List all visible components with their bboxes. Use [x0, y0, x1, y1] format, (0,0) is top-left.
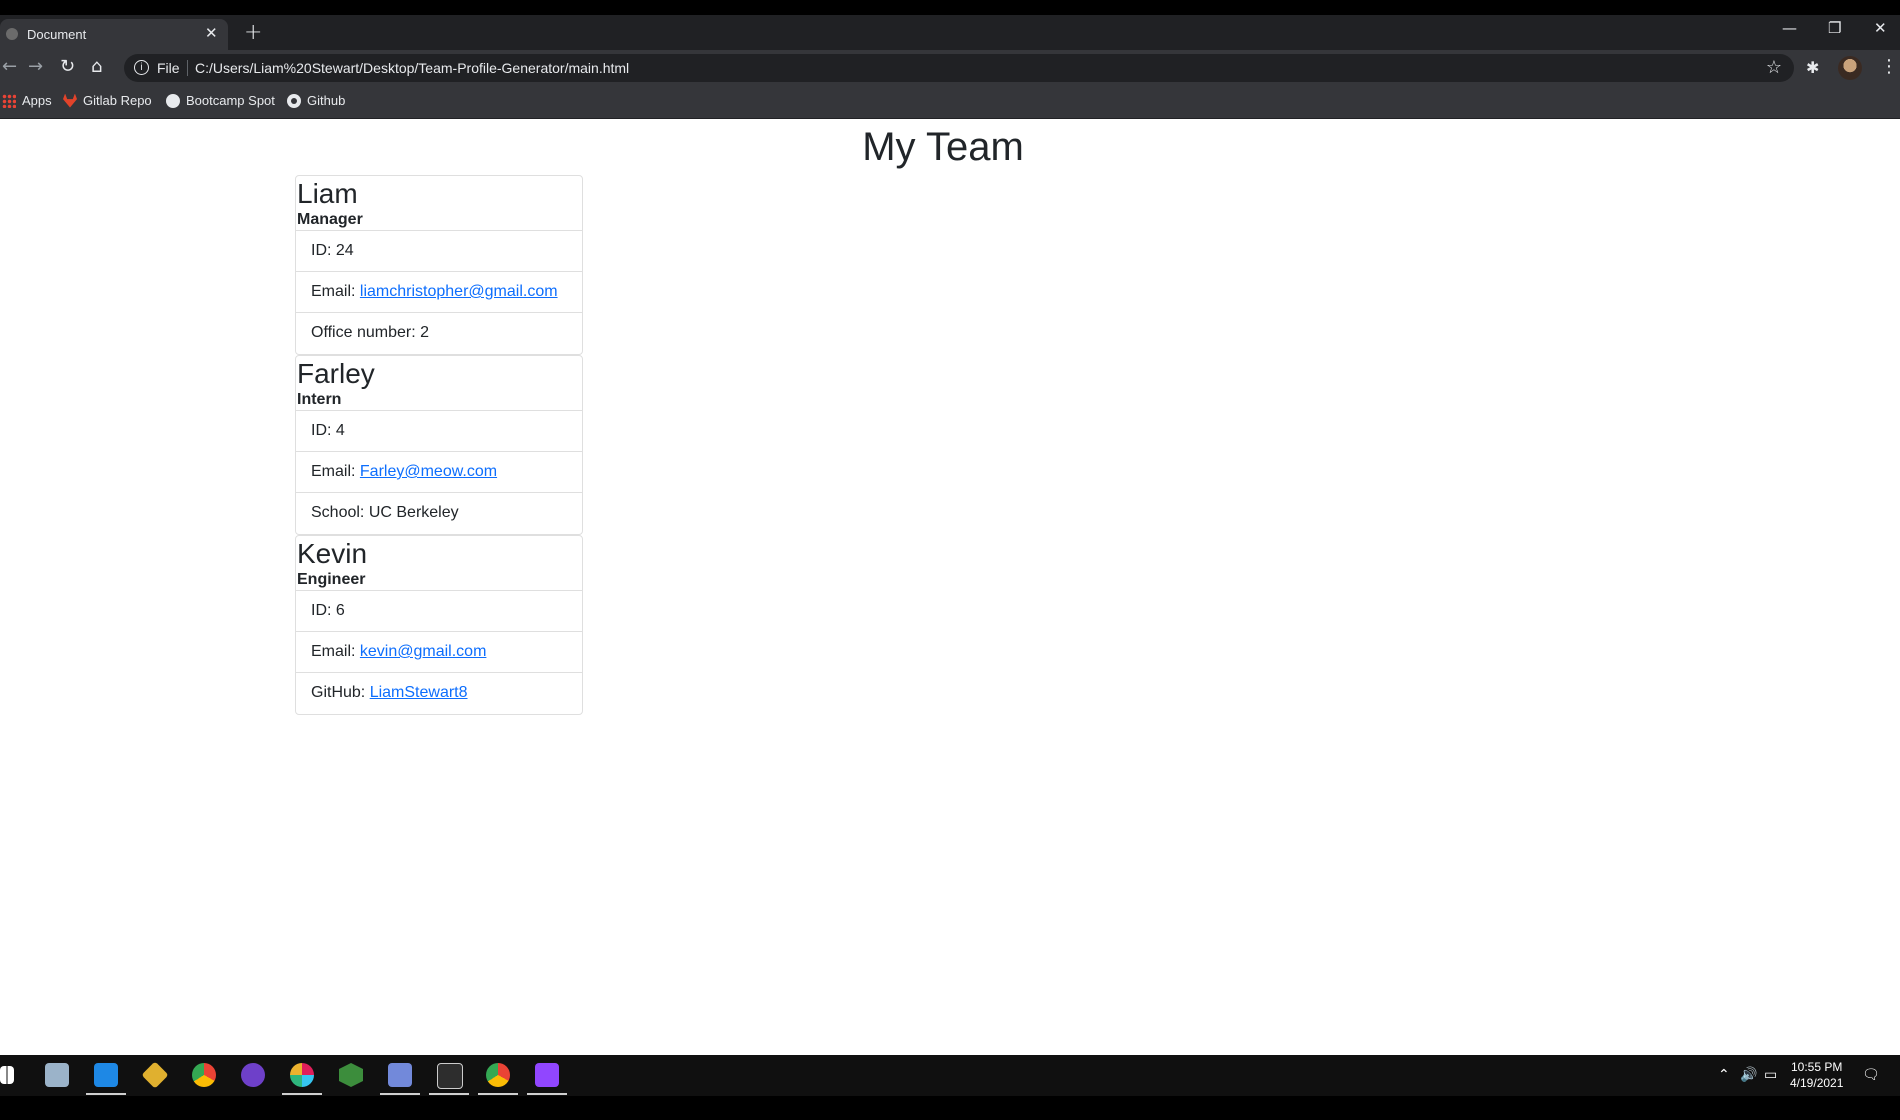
- email-link[interactable]: liamchristopher@gmail.com: [360, 283, 558, 300]
- url-text[interactable]: C:/Users/Liam%20Stewart/Desktop/Team-Pro…: [195, 60, 629, 76]
- globe-icon: [166, 93, 180, 108]
- member-role: Intern: [297, 391, 342, 408]
- member-card-manager: Liam Manager ID: 24 Email: liamchristoph…: [295, 175, 583, 355]
- member-name: Farley: [297, 358, 375, 389]
- new-tab-button[interactable]: +: [244, 20, 262, 45]
- screen-bottom-edge: [0, 1096, 1900, 1120]
- window-close-icon[interactable]: ✕: [1874, 19, 1887, 37]
- bookmarks-bar: Apps Gitlab Repo Bootcamp Spot Github: [0, 86, 1900, 119]
- email-link[interactable]: Farley@meow.com: [360, 463, 497, 480]
- twitch-running-indicator: [527, 1093, 567, 1095]
- page-viewport: My Team Liam Manager ID: 24 Email: liamc…: [0, 119, 1900, 1055]
- back-icon[interactable]: ←: [2, 56, 17, 77]
- team-cards: Liam Manager ID: 24 Email: liamchristoph…: [295, 175, 583, 715]
- bookmark-github[interactable]: Github: [287, 93, 345, 108]
- bookmark-label: Bootcamp Spot: [186, 93, 275, 108]
- discord-icon[interactable]: [388, 1063, 412, 1087]
- url-scheme-label: File: [157, 60, 180, 76]
- terminal-icon[interactable]: [437, 1063, 463, 1089]
- volume-icon[interactable]: 🔊: [1740, 1067, 1757, 1083]
- vscode-running-indicator: [86, 1093, 126, 1095]
- windows-start-icon[interactable]: [0, 1066, 14, 1084]
- address-bar[interactable]: i File C:/Users/Liam%20Stewart/Desktop/T…: [124, 54, 1794, 82]
- bookmark-gitlab-repo[interactable]: Gitlab Repo: [63, 93, 152, 108]
- tab-strip: Document ✕ + — ❐ ✕: [0, 15, 1900, 50]
- gitlab-icon: [63, 93, 77, 108]
- card-header: Kevin Engineer: [296, 536, 582, 591]
- member-email-row: Email: kevin@gmail.com: [296, 632, 582, 673]
- vscode-icon[interactable]: [94, 1063, 118, 1087]
- member-office-number: Office number: 2: [311, 324, 429, 341]
- system-clock[interactable]: 10:55 PM 4/19/2021: [1790, 1059, 1843, 1091]
- member-id: ID: 6: [296, 591, 582, 632]
- file-explorer-icon[interactable]: [45, 1063, 69, 1087]
- github-label: GitHub:: [311, 684, 370, 701]
- tray-overflow-icon[interactable]: ⌃: [1718, 1067, 1730, 1083]
- tab-close-icon[interactable]: ✕: [205, 24, 218, 42]
- site-info-icon[interactable]: i: [134, 60, 149, 75]
- member-id: ID: 4: [296, 411, 582, 452]
- member-github-row: GitHub: LiamStewart8: [296, 673, 582, 714]
- bookmark-label: Gitlab Repo: [83, 93, 152, 108]
- tab-title: Document: [27, 27, 87, 42]
- chrome-active-icon[interactable]: [486, 1063, 510, 1087]
- notifications-icon[interactable]: 🗨: [1862, 1067, 1880, 1083]
- bookmark-apps[interactable]: Apps: [2, 93, 52, 108]
- clock-date: 4/19/2021: [1790, 1076, 1844, 1090]
- email-label: Email:: [311, 283, 360, 300]
- twitch-icon[interactable]: [535, 1063, 559, 1087]
- chrome-running-indicator: [478, 1093, 518, 1095]
- reload-icon[interactable]: ↻: [60, 56, 75, 77]
- member-name: Kevin: [297, 538, 368, 569]
- discord-running-indicator: [380, 1093, 420, 1095]
- email-link[interactable]: kevin@gmail.com: [360, 643, 487, 660]
- member-card-engineer: Kevin Engineer ID: 6 Email: kevin@gmail.…: [295, 535, 583, 715]
- chrome-icon[interactable]: [192, 1063, 216, 1087]
- browser-menu-icon[interactable]: ⋮: [1880, 56, 1898, 77]
- member-email-row: Email: liamchristopher@gmail.com: [296, 272, 582, 313]
- minimize-icon[interactable]: —: [1782, 19, 1797, 37]
- bookmark-star-icon[interactable]: ☆: [1766, 57, 1782, 78]
- github-icon: [287, 93, 301, 108]
- card-header: Liam Manager: [296, 176, 582, 231]
- bookmark-bootcamp-spot[interactable]: Bootcamp Spot: [166, 93, 275, 108]
- clock-time: 10:55 PM: [1791, 1060, 1843, 1074]
- member-email-row: Email: Farley@meow.com: [296, 452, 582, 493]
- home-icon[interactable]: ⌂: [91, 56, 102, 77]
- restore-icon[interactable]: ❐: [1828, 19, 1841, 37]
- github-desktop-icon[interactable]: [241, 1063, 265, 1087]
- member-role: Manager: [297, 211, 363, 228]
- os-taskbar: ⌃ 🔊 ▭ 10:55 PM 4/19/2021 🗨: [0, 1055, 1900, 1096]
- github-link[interactable]: LiamStewart8: [370, 684, 468, 701]
- page-title: My Team: [862, 125, 1024, 169]
- slack-icon[interactable]: [290, 1063, 314, 1087]
- member-id: ID: 24: [296, 231, 582, 272]
- git-icon[interactable]: [141, 1061, 169, 1089]
- email-label: Email:: [311, 463, 360, 480]
- browser-toolbar: ← → ↻ ⌂ i File C:/Users/Liam%20Stewart/D…: [0, 50, 1900, 86]
- apps-icon: [2, 93, 16, 108]
- member-school: School: UC Berkeley: [311, 504, 459, 521]
- bookmark-label: Github: [307, 93, 346, 108]
- forward-icon[interactable]: →: [28, 56, 43, 77]
- profile-avatar[interactable]: [1838, 56, 1862, 80]
- address-separator: [187, 60, 188, 76]
- network-icon[interactable]: ▭: [1764, 1067, 1777, 1083]
- tab-document[interactable]: Document ✕: [0, 19, 228, 50]
- nodejs-icon[interactable]: [339, 1063, 363, 1087]
- page-favicon-icon: [6, 28, 18, 40]
- terminal-running-indicator: [429, 1093, 469, 1095]
- member-name: Liam: [297, 178, 358, 209]
- slack-running-indicator: [282, 1093, 322, 1095]
- card-header: Farley Intern: [296, 356, 582, 411]
- bookmark-label: Apps: [22, 93, 52, 108]
- email-label: Email:: [311, 643, 360, 660]
- member-card-intern: Farley Intern ID: 4 Email: Farley@meow.c…: [295, 355, 583, 535]
- member-role: Engineer: [297, 571, 366, 588]
- extensions-icon[interactable]: ✱: [1806, 58, 1819, 77]
